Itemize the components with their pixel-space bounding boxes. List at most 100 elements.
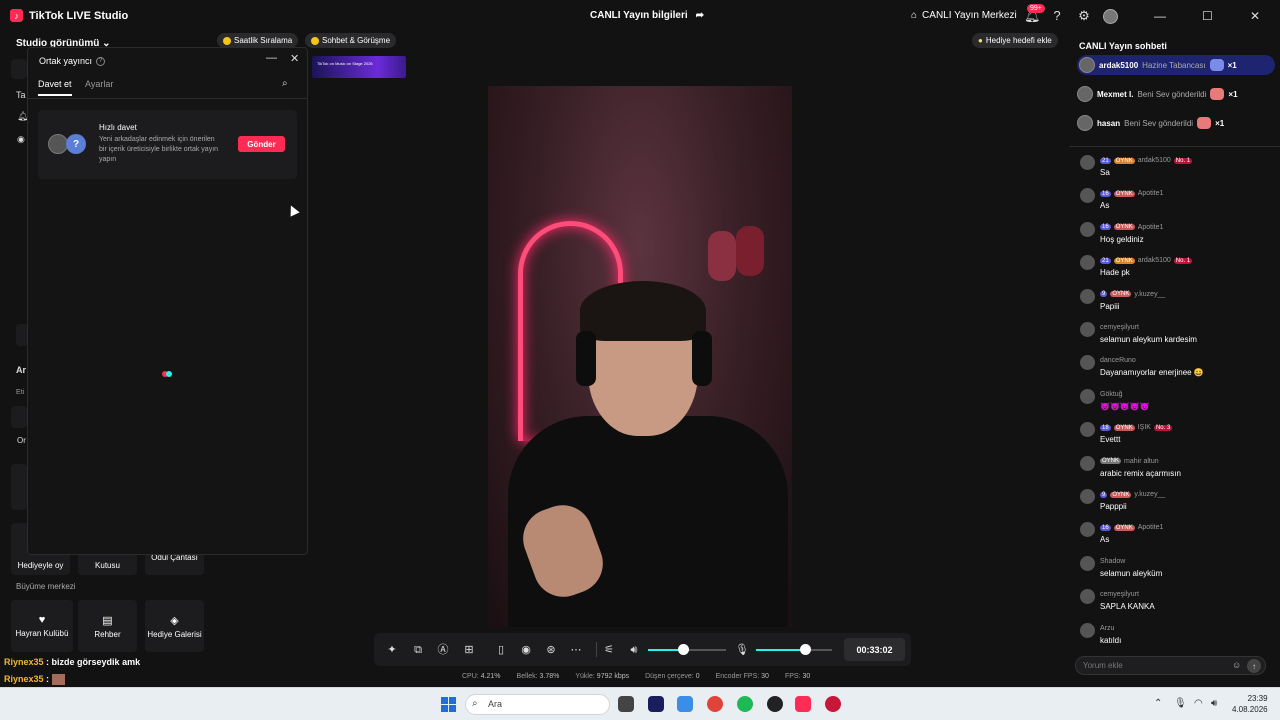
replay-icon[interactable]: ⊛ xyxy=(544,643,558,657)
chat-username[interactable]: Göktuğ xyxy=(1100,391,1123,398)
microphone-icon[interactable]: 🎙︎ xyxy=(735,643,749,657)
camera-icon[interactable]: ◉ xyxy=(17,134,25,145)
tab-invite[interactable]: Davet et xyxy=(38,79,72,96)
avatar[interactable] xyxy=(1080,489,1095,504)
hourly-ranking-pill[interactable]: Saatlik Sıralama xyxy=(217,33,299,48)
avatar[interactable] xyxy=(1103,9,1118,24)
windows-start-icon[interactable] xyxy=(441,697,456,712)
overlay-text: : bizde görseydik amk xyxy=(46,657,141,667)
adobe-effects-icon[interactable] xyxy=(648,696,664,712)
phone-icon[interactable]: ▯ xyxy=(494,643,508,657)
gift-username[interactable]: ardak5100 xyxy=(1099,61,1138,70)
clock[interactable]: 23:39 4.08.2026 xyxy=(1232,693,1268,715)
avatar[interactable] xyxy=(1077,115,1093,131)
chat-username[interactable]: IŞIK xyxy=(1138,424,1151,431)
fan-club-tile[interactable]: ♥ Hayran Kulübü xyxy=(11,600,73,652)
live-center-button[interactable]: ⌂ CANLI Yayın Merkezi xyxy=(911,10,1017,21)
avatar[interactable] xyxy=(1080,288,1095,304)
scene-card[interactable] xyxy=(11,59,27,79)
send-button[interactable]: Gönder xyxy=(238,136,285,152)
close-icon[interactable]: ✕ xyxy=(290,52,299,65)
avatar[interactable] xyxy=(1080,622,1095,638)
live-info-button[interactable]: CANLI Yayın bilgileri ➦ xyxy=(590,10,704,21)
help-icon[interactable]: ? xyxy=(1050,9,1064,23)
gift-username[interactable]: hasan xyxy=(1097,119,1120,128)
github-icon[interactable] xyxy=(767,696,783,712)
chevron-up-icon[interactable]: ⌃ xyxy=(1154,698,1162,709)
avatar[interactable] xyxy=(1077,86,1093,102)
volume-knob[interactable] xyxy=(678,644,690,655)
avatar[interactable] xyxy=(1080,322,1095,337)
gift-action: Hazine Tabancası xyxy=(1142,60,1206,70)
tiktok-live-studio-icon[interactable] xyxy=(795,696,811,712)
microphone-icon[interactable]: 🎙︎ xyxy=(1174,698,1187,709)
tab-settings[interactable]: Ayarlar xyxy=(85,79,113,89)
avatar[interactable] xyxy=(1080,255,1095,271)
message-text: 😈😈😈😈😈 xyxy=(1100,401,1150,411)
gift-gallery-tile[interactable]: ◈ Hediye Galerisi xyxy=(145,600,204,652)
gift-goal-pill[interactable]: ● Hediye hedefi ekle xyxy=(972,33,1058,48)
avatar[interactable] xyxy=(1080,455,1095,471)
chat-username[interactable]: mahir altun xyxy=(1124,458,1159,465)
chat-meet-pill[interactable]: Sohbet & Görüşme xyxy=(305,33,397,48)
avatar[interactable] xyxy=(1080,155,1095,170)
event-banner[interactable]: TikTok on Music on Stage 2026 xyxy=(312,56,406,78)
chat-username[interactable]: Apotite1 xyxy=(1138,524,1164,531)
wifi-icon[interactable]: ◠ xyxy=(1194,698,1203,709)
avatar[interactable] xyxy=(1080,188,1095,204)
avatar[interactable] xyxy=(1080,589,1095,605)
record-icon[interactable]: ◉ xyxy=(519,643,533,657)
chrome-icon[interactable] xyxy=(707,696,723,712)
avatar[interactable] xyxy=(1080,522,1095,538)
minimize-icon[interactable]: — xyxy=(266,52,277,64)
avatar[interactable] xyxy=(1080,388,1095,404)
more-icon[interactable]: ⋯ xyxy=(569,643,583,657)
gift-username[interactable]: Mexmet I. xyxy=(1097,90,1133,99)
settings-sliders-icon[interactable]: ⚟ xyxy=(602,643,616,657)
chat-username[interactable]: y.kuzey__ xyxy=(1134,491,1165,498)
screen-share-icon[interactable]: ⧉ xyxy=(411,643,425,657)
ai-icon[interactable]: Ⓐ xyxy=(436,643,450,657)
chat-username[interactable]: ardak5100 xyxy=(1138,157,1171,164)
recorder-icon[interactable] xyxy=(825,696,841,712)
task-view-icon[interactable] xyxy=(618,696,634,712)
help-icon[interactable]: ? xyxy=(96,56,106,66)
interaction-card[interactable] xyxy=(11,406,27,428)
home-icon: ⌂ xyxy=(911,10,918,21)
spotify-icon[interactable] xyxy=(737,696,753,712)
headphone-right xyxy=(692,331,712,386)
guide-tile[interactable]: ▤ Rehber xyxy=(78,600,137,652)
avatar[interactable] xyxy=(1080,555,1095,571)
chat-username[interactable]: ardak5100 xyxy=(1138,257,1171,264)
chat-username[interactable]: cemyeşilyurt xyxy=(1100,324,1139,331)
add-source-icon[interactable]: ⊞ xyxy=(462,643,476,657)
maximize-icon[interactable]: ☐ xyxy=(1202,9,1213,23)
chat-username[interactable]: Arzu xyxy=(1100,625,1114,632)
hourly-ranking-label: Saatlik Sıralama xyxy=(234,36,293,45)
minimize-icon[interactable]: — xyxy=(1154,9,1166,23)
magic-wand-icon[interactable]: ✦ xyxy=(385,643,399,657)
speaker-icon[interactable]: 🔊︎ xyxy=(1211,698,1217,709)
chat-username[interactable]: cemyeşilyurt xyxy=(1100,591,1139,598)
headphone-left xyxy=(576,331,596,386)
avatar[interactable] xyxy=(1080,422,1095,438)
chat-username[interactable]: Apotite1 xyxy=(1138,224,1164,231)
avatar[interactable] xyxy=(1080,221,1095,237)
emoji-icon[interactable]: ☺ xyxy=(1232,660,1241,670)
avatar[interactable] xyxy=(1079,57,1095,73)
speaker-icon[interactable]: 🔊︎ xyxy=(627,643,641,657)
gear-icon[interactable]: ⚙ xyxy=(1077,9,1091,23)
mic-slider[interactable] xyxy=(756,649,832,651)
mic-knob[interactable] xyxy=(800,644,812,655)
avatar[interactable] xyxy=(1080,355,1095,371)
chat-username[interactable]: Apotite1 xyxy=(1138,190,1164,197)
mail-icon[interactable] xyxy=(677,696,693,712)
close-icon[interactable]: ✕ xyxy=(1250,9,1260,23)
chat-username[interactable]: y.kuzey__ xyxy=(1134,291,1165,298)
send-icon[interactable]: ↑ xyxy=(1247,659,1261,673)
chat-username[interactable]: Shadow xyxy=(1100,558,1125,565)
search-icon[interactable]: ⌕ xyxy=(282,78,288,89)
chat-username[interactable]: danceRuno xyxy=(1100,357,1136,364)
tool-card[interactable] xyxy=(11,464,27,510)
taskbar-search-input[interactable]: Ara xyxy=(465,694,610,715)
